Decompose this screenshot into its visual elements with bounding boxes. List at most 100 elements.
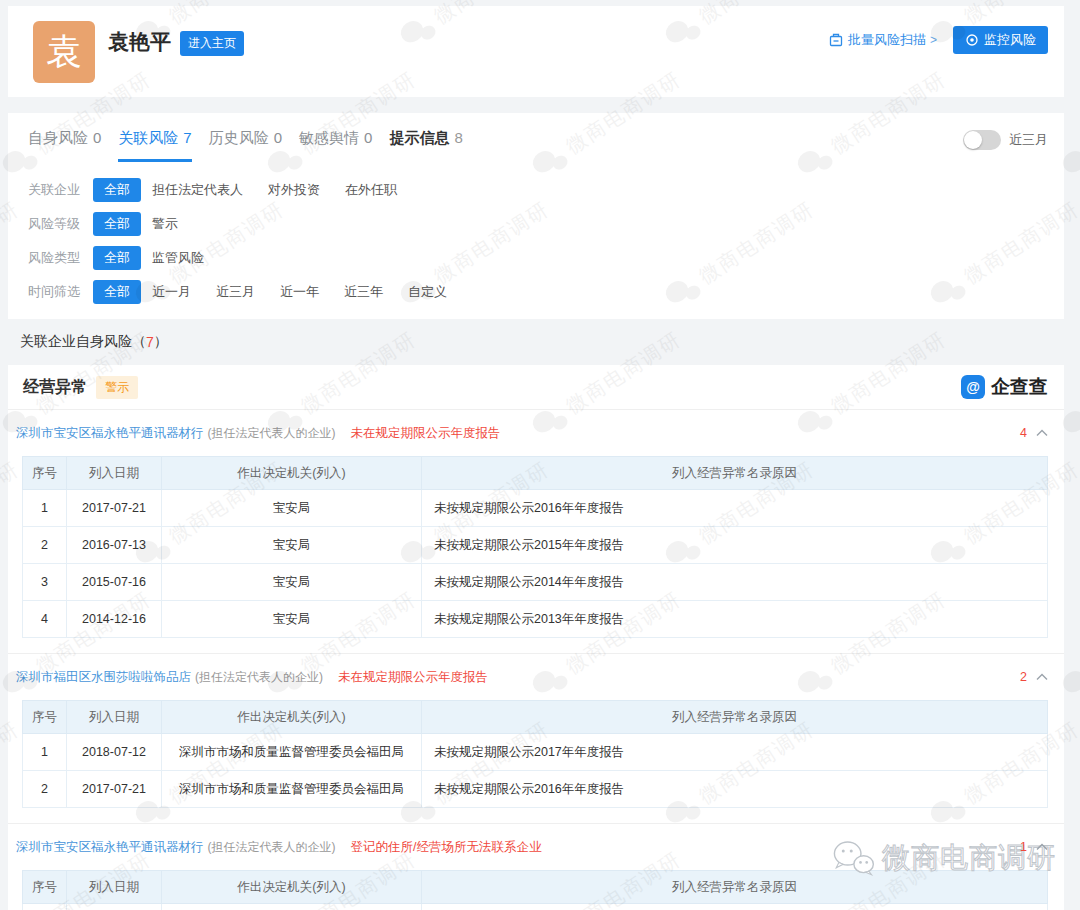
company-risk-text: 未在规定期限公示年度报告 <box>338 669 488 686</box>
risk-table: 序号列入日期作出决定机关(列入)列入经营异常名录原因12017-07-21宝安局… <box>22 456 1048 638</box>
table-row: 12018-07-12深圳市市场和质量监督管理委员会福田局未按规定期限公示201… <box>23 734 1048 771</box>
company-risk-text: 登记的住所/经营场所无法联系企业 <box>351 839 542 856</box>
company-relation: (担任法定代表人的企业) <box>195 669 323 686</box>
table-cell: 宝安局 <box>162 490 422 527</box>
tab-2[interactable]: 关联风险7 <box>118 129 191 162</box>
table-header-cell: 列入经营异常名录原因 <box>422 457 1048 490</box>
company-name-link[interactable]: 深圳市宝安区福永艳平通讯器材行 <box>16 839 204 856</box>
table-cell: 2014-12-16 <box>67 601 162 638</box>
filter-selected[interactable]: 全部 <box>93 246 141 270</box>
table-cell: 宝安局 <box>162 527 422 564</box>
tab-5[interactable]: 提示信息8 <box>389 129 462 159</box>
tab-label: 自身风险 <box>28 129 88 146</box>
table-row: 42014-12-16宝安局未按规定期限公示2013年年度报告 <box>23 601 1048 638</box>
filters: 关联企业全部担任法定代表人对外投资在外任职风险等级全部警示风险类型全部监管风险时… <box>8 160 1064 309</box>
risk-tabs: 自身风险0关联风险7历史风险0敏感舆情0提示信息8 近三月 <box>8 113 1064 160</box>
table-header-cell: 作出决定机关(列入) <box>162 457 422 490</box>
toggle-wrap: 近三月 <box>963 129 1048 150</box>
batch-risk-scan-link[interactable]: 批量风险扫描 > <box>829 31 937 49</box>
filter-option[interactable]: 担任法定代表人 <box>152 181 243 199</box>
table-row: 12017-07-21宝安局未按规定期限公示2016年年度报告 <box>23 490 1048 527</box>
group-count: 2 <box>1020 670 1027 684</box>
section-title-text: 关联企业自身风险（ <box>20 333 146 351</box>
monitor-risk-button[interactable]: 监控风险 <box>953 26 1048 54</box>
group-collapse[interactable]: 1 <box>1020 840 1048 854</box>
filter-option[interactable]: 对外投资 <box>268 181 320 199</box>
table-header-cell: 列入日期 <box>67 457 162 490</box>
filter-option[interactable]: 近一年 <box>280 283 319 301</box>
table-header-cell: 序号 <box>23 871 67 904</box>
batch-scan-arrow: > <box>930 33 937 47</box>
scan-icon <box>829 33 843 47</box>
filter-selected[interactable]: 全部 <box>93 212 141 236</box>
table-row <box>23 904 1048 910</box>
risk-table: 序号列入日期作出决定机关(列入)列入经营异常名录原因12018-07-12深圳市… <box>22 700 1048 808</box>
section-count: 7 <box>146 334 154 350</box>
filter-row-4: 时间筛选全部近一月 近三月 近一年 近三年 自定义 <box>8 275 1064 309</box>
table-row: 22016-07-13宝安局未按规定期限公示2015年年度报告 <box>23 527 1048 564</box>
qichacha-brand[interactable]: @ 企查查 <box>961 374 1048 400</box>
company-group-2: 深圳市福田区水围莎啦啦饰品店(担任法定代表人的企业)未在规定期限公示年度报告2序… <box>8 653 1064 823</box>
tab-count: 0 <box>93 129 101 146</box>
table-cell: 2017-07-21 <box>67 771 162 808</box>
table-cell <box>23 904 67 910</box>
table-header-cell: 序号 <box>23 701 67 734</box>
table-cell: 1 <box>23 734 67 771</box>
filter-option[interactable]: 警示 <box>152 215 178 233</box>
group-collapse[interactable]: 2 <box>1020 670 1048 684</box>
filter-selected[interactable]: 全部 <box>93 280 141 304</box>
filter-selected[interactable]: 全部 <box>93 178 141 202</box>
filter-row-1: 关联企业全部担任法定代表人 对外投资 在外任职 <box>8 173 1064 207</box>
table-cell: 未按规定期限公示2016年年度报告 <box>422 771 1048 808</box>
table-cell: 2015-07-16 <box>67 564 162 601</box>
company-row: 深圳市宝安区福永艳平通讯器材行(担任法定代表人的企业)未在规定期限公示年度报告4 <box>16 410 1048 456</box>
table-cell: 未按规定期限公示2017年年度报告 <box>422 734 1048 771</box>
table-cell: 2017-07-21 <box>67 490 162 527</box>
wechat-logo-icon <box>830 838 876 878</box>
filter-option[interactable]: 在外任职 <box>345 181 397 199</box>
section-title-suffix: ） <box>154 333 168 351</box>
profile-header: 袁 袁艳平 进入主页 批量风险扫描 > 监控风险 <box>8 6 1064 97</box>
tab-label: 关联风险 <box>118 129 178 146</box>
table-header-cell: 列入日期 <box>67 871 162 904</box>
table-cell <box>67 904 162 910</box>
tab-label: 敏感舆情 <box>299 129 359 146</box>
filter-option[interactable]: 自定义 <box>408 283 447 301</box>
tab-label: 提示信息 <box>389 129 449 146</box>
risk-tabs-card: 自身风险0关联风险7历史风险0敏感舆情0提示信息8 近三月 关联企业全部担任法定… <box>8 113 1064 319</box>
chevron-up-icon[interactable] <box>1036 673 1048 681</box>
filter-label: 时间筛选 <box>28 283 93 301</box>
table-cell: 深圳市市场和质量监督管理委员会福田局 <box>162 734 422 771</box>
filter-option[interactable]: 近三年 <box>344 283 383 301</box>
filter-row-3: 风险类型全部监管风险 <box>8 241 1064 275</box>
recent-3-months-toggle[interactable] <box>963 130 1001 150</box>
table-cell: 未按规定期限公示2015年年度报告 <box>422 527 1048 564</box>
tab-3[interactable]: 历史风险0 <box>209 129 282 159</box>
monitor-risk-label: 监控风险 <box>984 31 1036 49</box>
table-cell: 1 <box>23 490 67 527</box>
group-count: 4 <box>1020 426 1027 440</box>
table-header-cell: 列入日期 <box>67 701 162 734</box>
company-name-link[interactable]: 深圳市宝安区福永艳平通讯器材行 <box>16 425 204 442</box>
filter-option[interactable]: 近一月 <box>152 283 191 301</box>
chevron-up-icon[interactable] <box>1036 429 1048 437</box>
table-cell: 2 <box>23 771 67 808</box>
filter-option[interactable]: 近三月 <box>216 283 255 301</box>
table-cell: 未按规定期限公示2014年年度报告 <box>422 564 1048 601</box>
chevron-up-icon[interactable] <box>1036 843 1048 851</box>
company-name-link[interactable]: 深圳市福田区水围莎啦啦饰品店 <box>16 669 191 686</box>
person-name: 袁艳平 <box>108 28 171 56</box>
filter-label: 关联企业 <box>28 181 93 199</box>
tab-count: 0 <box>274 129 282 146</box>
table-cell <box>162 904 422 910</box>
table-row: 22017-07-21深圳市市场和质量监督管理委员会福田局未按规定期限公示201… <box>23 771 1048 808</box>
company-risk-text: 未在规定期限公示年度报告 <box>351 425 501 442</box>
toggle-label: 近三月 <box>1009 131 1048 149</box>
panel-title: 经营异常 <box>23 377 87 398</box>
enter-homepage-button[interactable]: 进入主页 <box>180 31 244 56</box>
company-group-1: 深圳市宝安区福永艳平通讯器材行(担任法定代表人的企业)未在规定期限公示年度报告4… <box>8 410 1064 653</box>
tab-4[interactable]: 敏感舆情0 <box>299 129 372 159</box>
filter-option[interactable]: 监管风险 <box>152 249 204 267</box>
tab-1[interactable]: 自身风险 0 <box>28 129 101 159</box>
group-collapse[interactable]: 4 <box>1020 426 1048 440</box>
